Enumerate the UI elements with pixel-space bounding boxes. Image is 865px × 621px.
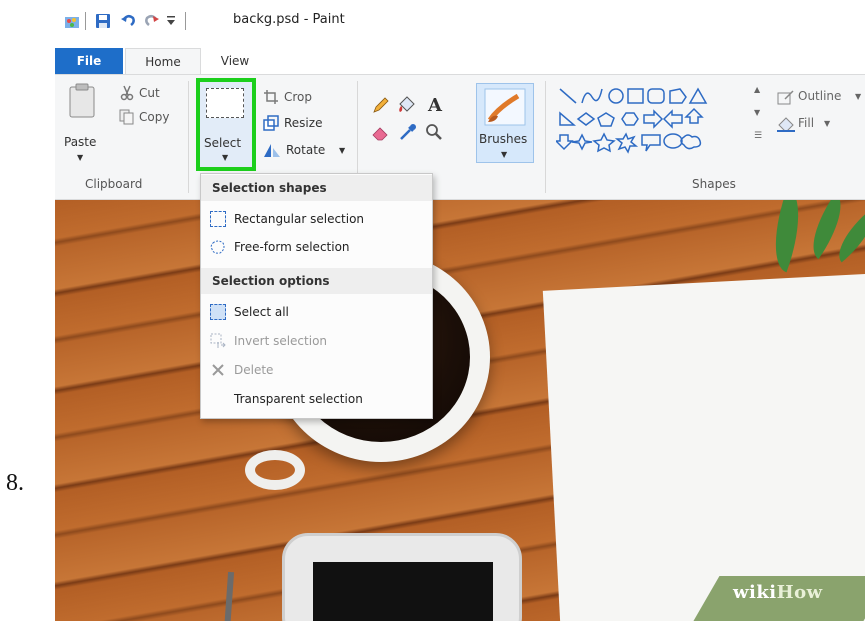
menu-item-invert-selection: Invert selection [201, 326, 432, 356]
group-separator [545, 81, 546, 193]
watermark-part2: How [776, 582, 823, 603]
magnifier-icon[interactable] [425, 123, 443, 141]
paint-window: backg.psd - Paint File Home View Paste ▼… [55, 0, 865, 621]
text-icon[interactable]: A [425, 94, 445, 114]
select-rectangle-icon [206, 88, 244, 118]
fill-button[interactable]: Fill [798, 116, 814, 130]
window-title: backg.psd - Paint [233, 12, 345, 27]
ribbon-tabs: File Home View [55, 48, 865, 74]
shapes-group-label: Shapes [692, 177, 736, 191]
cup-handle [245, 450, 305, 490]
shapes-gallery[interactable] [556, 85, 766, 155]
menu-header-selection-shapes: Selection shapes [201, 175, 432, 201]
brushes-label: Brushes [479, 132, 528, 146]
resize-button[interactable]: Resize [284, 116, 322, 130]
menu-item-label: Invert selection [234, 334, 328, 348]
svg-text:A: A [427, 95, 443, 114]
step-number: 8. [6, 470, 24, 496]
paint-app-icon[interactable] [63, 12, 81, 30]
cut-icon[interactable] [119, 85, 135, 101]
menu-item-transparent-selection[interactable]: Transparent selection [201, 384, 432, 414]
group-separator [188, 81, 189, 193]
brushes-button[interactable]: Brushes ▼ [476, 83, 534, 163]
ribbon: Paste ▼ Cut Copy Clipboard Select ▼ Crop… [55, 74, 865, 200]
smartphone [282, 533, 522, 621]
menu-item-rectangular-selection[interactable]: Rectangular selection [201, 204, 432, 234]
redo-icon[interactable] [143, 12, 161, 30]
paste-dropdown-icon[interactable]: ▼ [77, 153, 83, 162]
menu-item-label: Delete [234, 363, 274, 377]
select-button[interactable]: Select ▼ [196, 78, 256, 171]
crop-button[interactable]: Crop [284, 90, 312, 104]
menu-item-label: Transparent selection [234, 392, 363, 406]
brush-icon [484, 88, 526, 126]
paste-button[interactable]: Paste [64, 135, 96, 149]
tab-home[interactable]: Home [125, 48, 201, 74]
select-dropdown-icon[interactable]: ▼ [222, 153, 228, 162]
tab-view[interactable]: View [205, 48, 265, 74]
watermark-part1: wiki [733, 582, 777, 603]
menu-item-select-all[interactable]: Select all [201, 297, 432, 327]
menu-item-label: Rectangular selection [234, 212, 365, 226]
eraser-icon[interactable] [371, 123, 389, 141]
rotate-button[interactable]: Rotate [286, 143, 325, 157]
select-all-icon [210, 304, 226, 320]
divider [85, 12, 86, 30]
pencil-icon[interactable] [371, 97, 389, 115]
menu-header-selection-options: Selection options [201, 268, 432, 294]
free-form-selection-icon [210, 240, 225, 254]
rotate-icon[interactable] [263, 142, 281, 158]
brushes-dropdown-icon: ▼ [501, 150, 508, 159]
crop-icon[interactable] [263, 89, 279, 105]
menu-item-delete: Delete [201, 355, 432, 385]
paper-sheet [542, 273, 865, 621]
delete-icon [212, 364, 224, 376]
rectangular-selection-icon [210, 211, 226, 227]
pen [223, 571, 235, 621]
fill-icon[interactable] [777, 116, 795, 132]
leaf [760, 200, 814, 273]
fill-dropdown-icon[interactable]: ▼ [824, 119, 830, 128]
shapes-scroll-down-icon[interactable]: ▼ [754, 108, 760, 117]
select-label: Select [204, 136, 242, 150]
outline-icon[interactable] [777, 89, 795, 105]
save-icon[interactable] [94, 12, 112, 30]
select-dropdown-menu: Selection shapes Rectangular selection F… [200, 173, 433, 419]
rotate-dropdown-icon[interactable]: ▼ [339, 146, 345, 155]
customize-dropdown-icon[interactable] [166, 14, 176, 28]
copy-icon[interactable] [119, 109, 135, 125]
menu-item-label: Free-form selection [234, 240, 350, 254]
image-canvas[interactable]: wikiHow [55, 200, 865, 621]
resize-icon[interactable] [263, 115, 279, 131]
shapes-scroll-up-icon[interactable]: ▲ [754, 85, 760, 94]
clipboard-group-label: Clipboard [85, 177, 143, 191]
menu-item-free-form-selection[interactable]: Free-form selection [201, 232, 432, 262]
menu-item-label: Select all [234, 305, 289, 319]
title-bar: backg.psd - Paint [55, 0, 865, 40]
watermark-text: wikiHow [733, 582, 823, 603]
outline-button[interactable]: Outline [798, 89, 841, 103]
invert-selection-icon [210, 333, 226, 348]
undo-icon[interactable] [119, 12, 137, 30]
cut-button[interactable]: Cut [139, 86, 160, 100]
fill-bucket-icon[interactable] [397, 95, 417, 115]
phone-screen [313, 562, 493, 621]
paste-icon[interactable] [67, 83, 97, 119]
outline-dropdown-icon[interactable]: ▼ [855, 92, 861, 101]
tab-file[interactable]: File [55, 48, 123, 74]
divider [185, 12, 186, 30]
copy-button[interactable]: Copy [139, 110, 169, 124]
shapes-more-icon[interactable]: ☰ [754, 131, 762, 141]
color-picker-icon[interactable] [399, 123, 417, 141]
